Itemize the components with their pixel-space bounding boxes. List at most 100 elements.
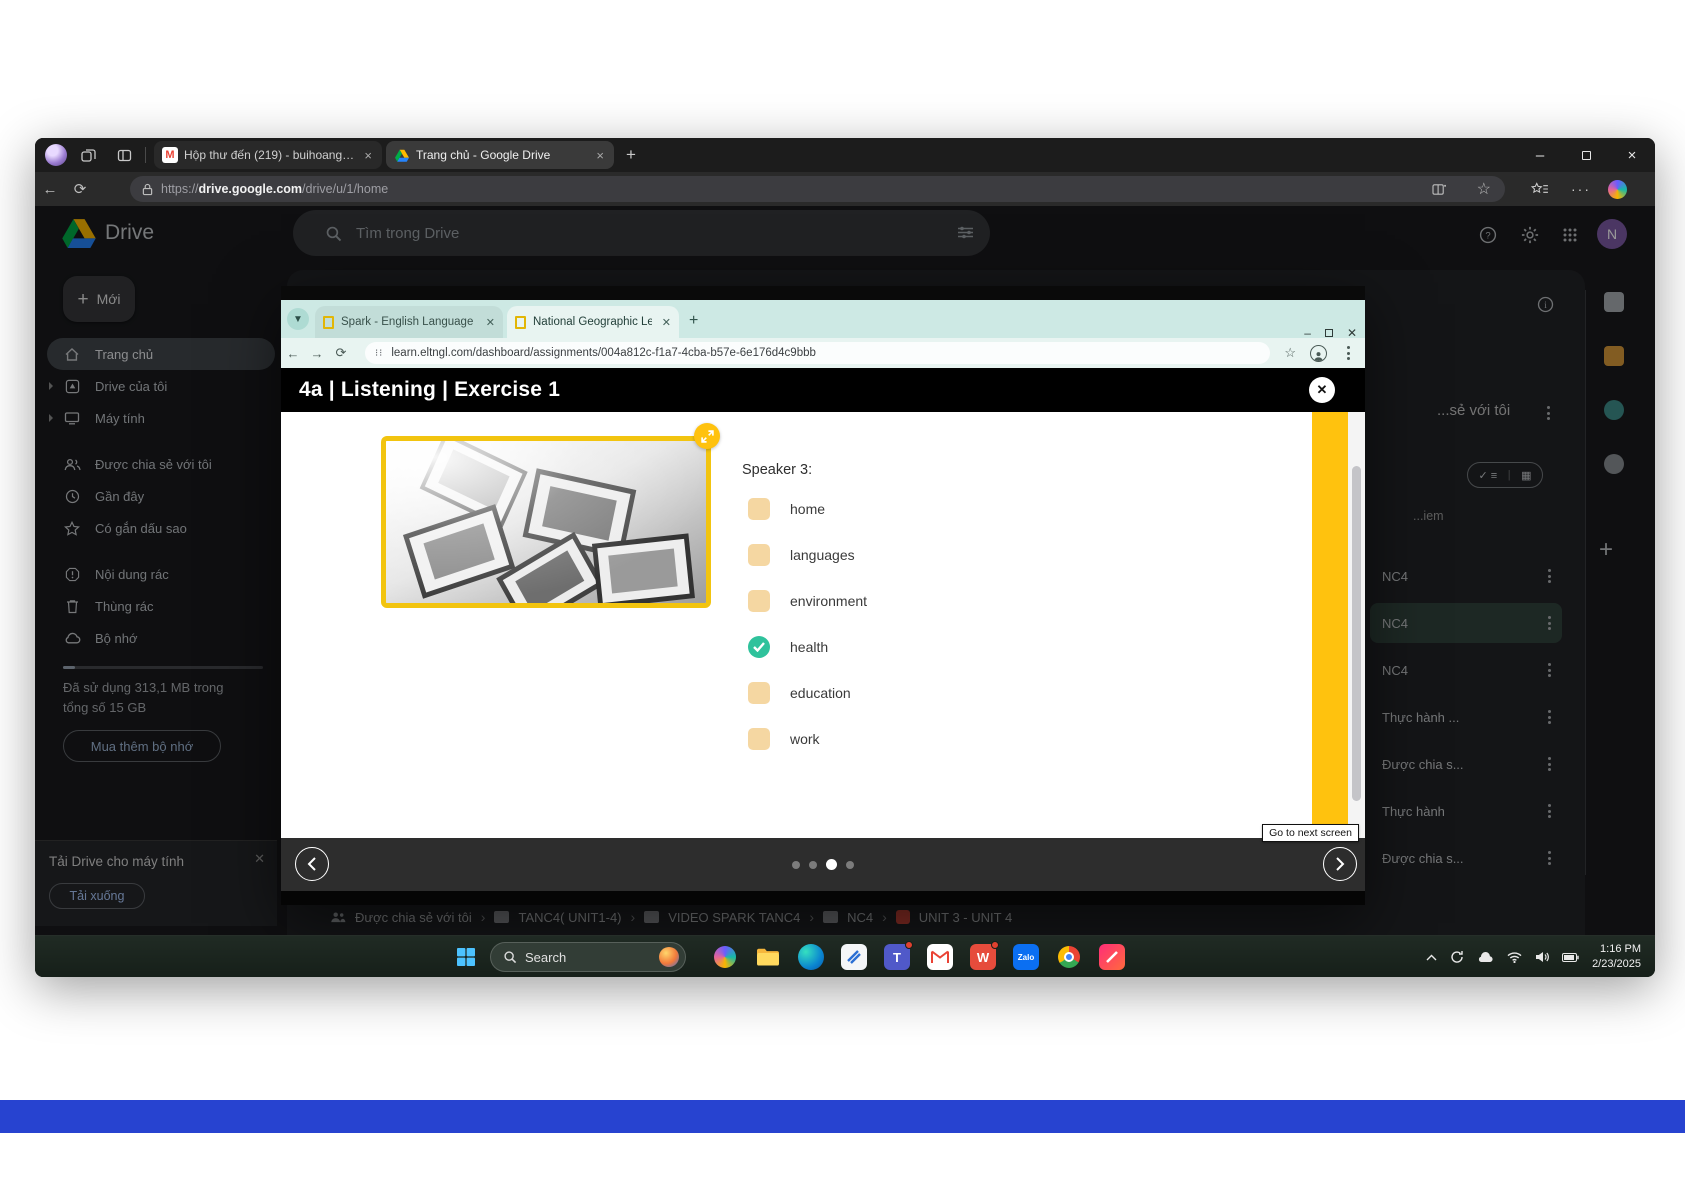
scrollbar-thumb[interactable] [1352, 466, 1361, 801]
yellow-side-strip [1312, 412, 1348, 838]
checkbox[interactable] [748, 728, 770, 750]
favorite-star-icon[interactable]: ☆ [1477, 176, 1491, 202]
taskbar-clock[interactable]: 1:16 PM 2/23/2025 [1592, 942, 1641, 972]
clock-date: 2/23/2025 [1592, 957, 1641, 972]
reload-icon[interactable]: ⟳ [65, 180, 95, 198]
restore-button[interactable] [1563, 138, 1609, 172]
pink-app-icon[interactable] [1099, 944, 1125, 970]
next-screen-button[interactable] [1323, 847, 1357, 881]
browser-profile-avatar[interactable] [45, 144, 67, 166]
onedrive-cloud-icon[interactable] [1477, 952, 1494, 963]
close-tab-icon[interactable]: ✕ [486, 316, 495, 329]
player-tab-spark[interactable]: Spark - English Language Platf ✕ [315, 306, 503, 338]
browser-menu-icon[interactable] [1341, 344, 1355, 362]
option-home[interactable]: home [748, 498, 867, 520]
close-exercise-icon[interactable]: ✕ [1309, 377, 1335, 403]
url-text: https://drive.google.com/drive/u/1/home [161, 182, 388, 196]
speaker-label: Speaker 3: [742, 462, 812, 478]
forward-icon[interactable]: → [305, 346, 329, 361]
checkbox[interactable] [748, 682, 770, 704]
favorites-bar-icon[interactable] [1531, 172, 1549, 206]
desktop-screenshot: M Hộp thư đến (219) - buihoangngu × Tran… [35, 138, 1655, 977]
page-dot[interactable] [826, 859, 837, 870]
more-menu-icon[interactable]: ··· [1571, 172, 1591, 206]
search-icon [503, 950, 517, 964]
option-languages[interactable]: languages [748, 544, 867, 566]
option-work[interactable]: work [748, 728, 867, 750]
checkbox[interactable] [748, 544, 770, 566]
new-tab-button[interactable]: + [689, 312, 698, 330]
exercise-header: 4a | Listening | Exercise 1 ✕ [281, 368, 1365, 412]
option-health[interactable]: health [748, 636, 867, 658]
page-dot[interactable] [792, 861, 800, 869]
teams-icon[interactable]: T [884, 944, 910, 970]
wps-office-icon[interactable]: W [970, 944, 996, 970]
checkbox[interactable] [748, 590, 770, 612]
workspaces-icon[interactable] [73, 143, 103, 167]
pagination-dots [792, 838, 854, 891]
page-dot[interactable] [809, 861, 817, 869]
browser-tab-drive[interactable]: Trang chủ - Google Drive × [386, 141, 614, 169]
file-explorer-icon[interactable] [755, 944, 781, 970]
exercise-title: 4a | Listening | Exercise 1 [299, 378, 560, 402]
player-address-bar[interactable]: ⁝⁝ learn.eltngl.com/dashboard/assignment… [365, 342, 1270, 364]
player-url-right: ☆ [1284, 338, 1355, 368]
minimize-button[interactable]: – [1517, 138, 1563, 172]
split-screen-icon[interactable] [1432, 176, 1447, 202]
tab-title: Trang chủ - Google Drive [416, 148, 588, 162]
option-environment[interactable]: environment [748, 590, 867, 612]
copilot-icon[interactable] [1608, 172, 1627, 206]
close-tab-icon[interactable]: × [594, 148, 606, 163]
notification-badge [991, 941, 999, 949]
bottom-blue-bar [0, 1100, 1685, 1133]
battery-icon[interactable] [1562, 953, 1579, 962]
gmail-icon[interactable] [927, 944, 953, 970]
chrome-icon[interactable] [1056, 944, 1082, 970]
expand-image-icon[interactable] [694, 423, 720, 449]
wifi-icon[interactable] [1507, 952, 1522, 963]
option-education[interactable]: education [748, 682, 867, 704]
exercise-content: Speaker 3: home languages environmen [281, 412, 1365, 838]
taskbar-search-box[interactable]: Search [490, 942, 686, 972]
whiteboard-app-icon[interactable] [841, 944, 867, 970]
player-window-bottom-strip [281, 891, 1365, 905]
checkbox[interactable] [748, 636, 770, 658]
tab-actions-icon[interactable] [109, 143, 139, 167]
zalo-icon[interactable]: Zalo [1013, 944, 1039, 970]
back-icon[interactable]: ← [35, 181, 65, 198]
exercise-photo[interactable] [381, 436, 711, 608]
edge-icon[interactable] [798, 944, 824, 970]
new-tab-button[interactable]: + [618, 145, 644, 165]
start-button[interactable] [453, 944, 479, 970]
player-tab-strip: ▼ Spark - English Language Platf ✕ Natio… [281, 300, 1365, 338]
volume-icon[interactable] [1535, 951, 1549, 963]
address-bar[interactable]: https://drive.google.com/drive/u/1/home … [130, 176, 1505, 202]
favorite-star-icon[interactable]: ☆ [1284, 345, 1296, 361]
profile-icon[interactable] [1310, 345, 1327, 362]
browser-tab-gmail[interactable]: M Hộp thư đến (219) - buihoangngu × [154, 141, 382, 169]
clock-time: 1:16 PM [1592, 942, 1641, 957]
restore-button[interactable] [1325, 329, 1333, 337]
player-url-row: ← → ⟳ ⁝⁝ learn.eltngl.com/dashboard/assi… [281, 338, 1365, 368]
gmail-icon: M [162, 147, 178, 163]
scrollbar[interactable] [1348, 412, 1365, 838]
search-highlight-icon [659, 947, 679, 967]
spark-icon [323, 316, 334, 329]
site-settings-icon[interactable]: ⁝⁝ [375, 348, 383, 359]
close-tab-icon[interactable]: × [362, 148, 374, 163]
page-dot[interactable] [846, 861, 854, 869]
window-controls: – × [1517, 138, 1655, 172]
previous-screen-button[interactable] [295, 847, 329, 881]
sync-icon[interactable] [1450, 950, 1464, 964]
tab-search-chevron-icon[interactable]: ▼ [287, 308, 309, 330]
edge-titlebar: M Hộp thư đến (219) - buihoangngu × Tran… [35, 138, 1655, 172]
close-tab-icon[interactable]: ✕ [662, 316, 671, 329]
copilot-icon[interactable] [712, 944, 738, 970]
reload-icon[interactable]: ⟳ [329, 345, 353, 361]
close-button[interactable]: × [1609, 138, 1655, 172]
back-icon[interactable]: ← [281, 346, 305, 361]
chevron-up-icon[interactable] [1426, 954, 1437, 961]
player-tab-ngl[interactable]: National Geographic Learning ✕ [507, 306, 679, 338]
tab-title: Hộp thư đến (219) - buihoangngu [184, 148, 356, 162]
checkbox[interactable] [748, 498, 770, 520]
